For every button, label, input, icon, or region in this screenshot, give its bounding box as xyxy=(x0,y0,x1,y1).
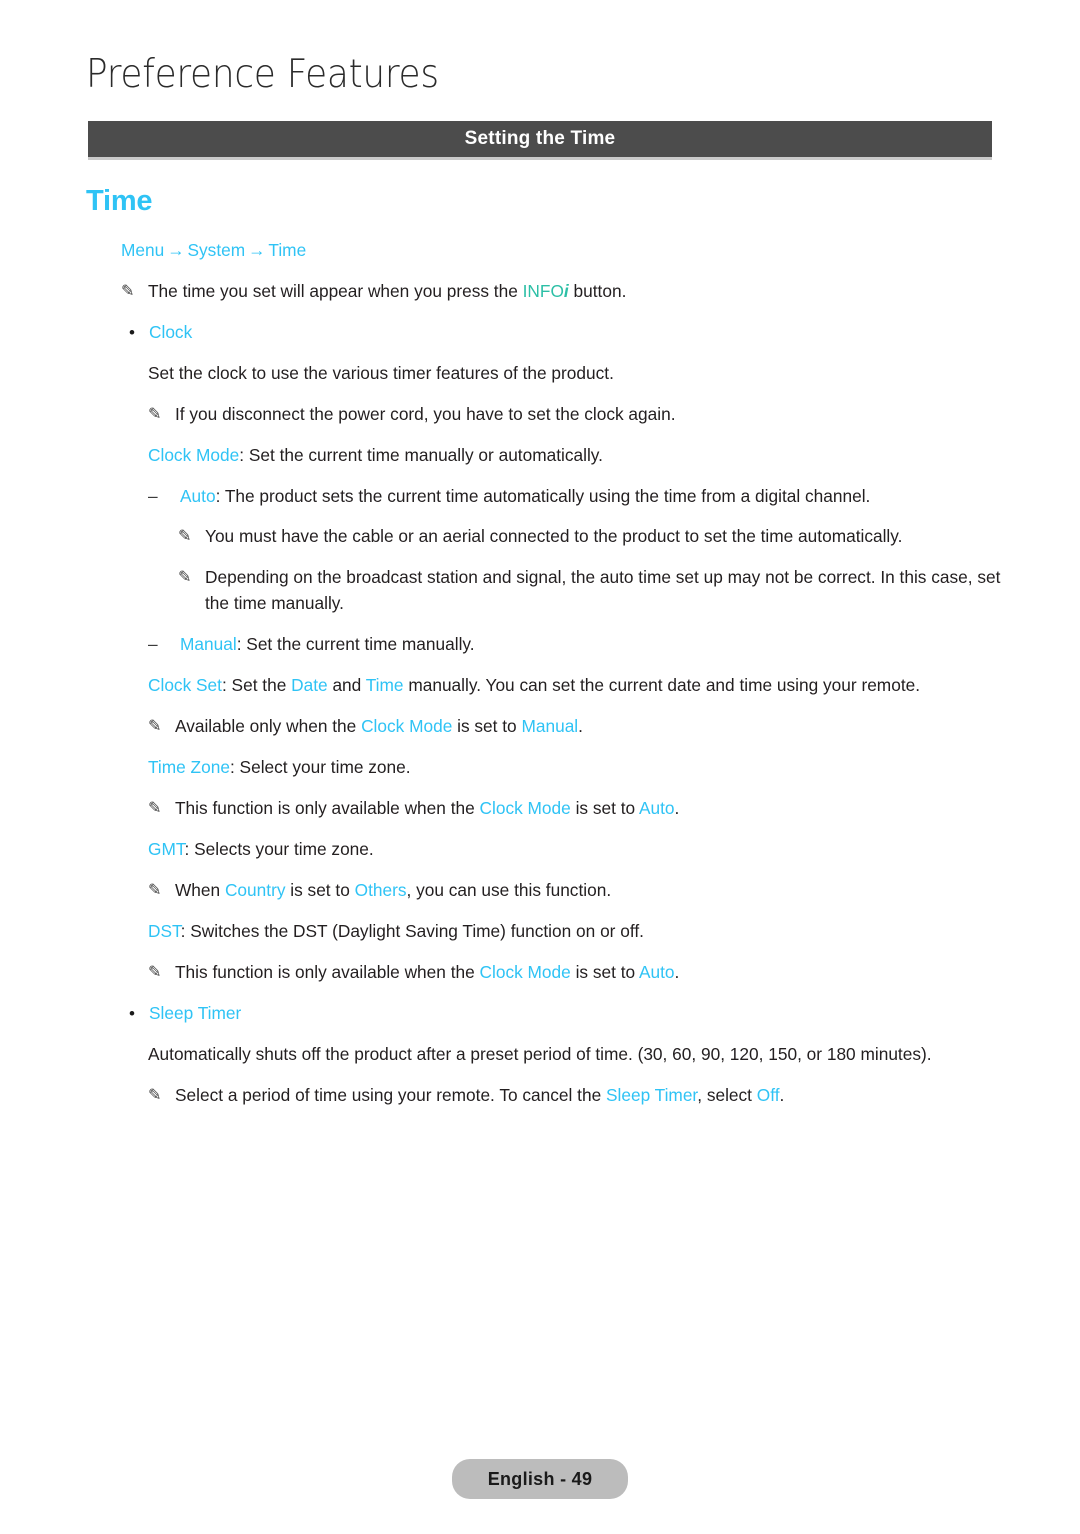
list-item-label: Sleep Timer xyxy=(149,1002,242,1023)
country-keyword: Country xyxy=(224,879,286,900)
clock-mode-row: Clock Mode: Set the current time manuall… xyxy=(148,443,1006,469)
note-text-pre: The time you set will appear when you pr… xyxy=(148,280,523,301)
content-body: Time Menu → System → Time ✎ The time you set … xyxy=(86,185,1006,1124)
breadcrumb-item-menu: Menu xyxy=(121,239,165,260)
breadcrumb-arrow-icon: → xyxy=(167,239,185,260)
note-time-zone-auto: ✎ This function is only available when th… xyxy=(148,796,1006,822)
feature-heading: Time xyxy=(86,185,153,217)
note-broadcast-station: ✎ Depending on the broadcast station and … xyxy=(178,565,1006,617)
note-available-manual: ✎ Available only when the Clock Mode is s… xyxy=(148,714,1006,740)
clock-set-text-a: : Set the xyxy=(221,675,292,696)
note-text-a: Select a period of time using your remot… xyxy=(175,1084,606,1105)
dash-icon: – xyxy=(148,485,158,506)
note-text-c: . xyxy=(674,798,680,819)
time-zone-keyword: Time Zone xyxy=(148,757,230,778)
note-info-button: ✎ The time you set will appear when you p… xyxy=(121,279,1006,305)
page-footer: English - 49 xyxy=(0,1459,1080,1499)
manual-keyword: Manual xyxy=(521,716,579,737)
page-number-badge: English - 49 xyxy=(452,1459,628,1499)
time-keyword: Time xyxy=(365,675,404,696)
time-zone-row: Time Zone: Select your time zone. xyxy=(148,755,1006,781)
note-sleep-timer-off: ✎ Select a period of time using your remo… xyxy=(148,1083,1006,1109)
gmt-description: : Selects your time zone. xyxy=(184,838,374,859)
note-pencil-icon: ✎ xyxy=(178,528,192,546)
list-item-label: Clock xyxy=(149,321,193,342)
sub-item-manual: – Manual: Set the current time manually. xyxy=(148,632,1006,658)
dash-icon: – xyxy=(148,634,158,655)
note-power-cord: ✎ If you disconnect the power cord, you h… xyxy=(148,402,1006,428)
auto-keyword: Auto xyxy=(638,798,675,819)
note-country-others: ✎ When Country is set to Others, you can … xyxy=(148,878,1006,904)
off-keyword: Off xyxy=(756,1084,780,1105)
list-item-clock: • Clock xyxy=(121,320,1006,346)
note-text-post: button. xyxy=(568,280,627,301)
note-pencil-icon: ✎ xyxy=(148,718,162,736)
note-text: If you disconnect the power cord, you ha… xyxy=(175,403,676,424)
note-text: Depending on the broadcast station and s… xyxy=(205,567,1001,614)
breadcrumb: Menu → System → Time xyxy=(121,238,1006,264)
note-text-a: Available only when the xyxy=(175,716,362,737)
note-pencil-icon: ✎ xyxy=(178,569,192,587)
clock-mode-keyword: Clock Mode xyxy=(479,798,571,819)
auto-description: : The product sets the current time auto… xyxy=(215,485,871,506)
gmt-row: GMT: Selects your time zone. xyxy=(148,837,1006,863)
note-dst-auto: ✎ This function is only available when th… xyxy=(148,960,1006,986)
clock-set-row: Clock Set: Set the Date and Time manuall… xyxy=(148,673,1006,699)
note-text-c: . xyxy=(674,961,680,982)
auto-keyword: Auto xyxy=(638,961,675,982)
manual-page: Preference Features Setting the Time Tim… xyxy=(0,0,1080,1534)
sleep-timer-keyword: Sleep Timer xyxy=(605,1084,698,1105)
others-keyword: Others xyxy=(354,879,407,900)
note-text-c: . xyxy=(779,1084,785,1105)
manual-description: : Set the current time manually. xyxy=(236,634,475,655)
info-button-label: INFOi xyxy=(523,281,569,301)
manual-keyword: Manual xyxy=(180,634,237,655)
info-keyword: INFO xyxy=(522,280,564,301)
note-text-b: is set to xyxy=(285,879,355,900)
date-keyword: Date xyxy=(291,675,328,696)
auto-keyword: Auto xyxy=(180,485,216,506)
time-zone-description: : Select your time zone. xyxy=(229,757,411,778)
section-banner-title: Setting the Time xyxy=(464,128,616,149)
page-title: Preference Features xyxy=(86,52,439,97)
note-text-c: , you can use this function. xyxy=(406,879,612,900)
dst-keyword: DST xyxy=(148,920,181,941)
clock-mode-description: : Set the current time manually or autom… xyxy=(239,444,603,465)
breadcrumb-arrow-icon: → xyxy=(248,239,266,260)
clock-mode-keyword: Clock Mode xyxy=(361,716,453,737)
note-text-b: is set to xyxy=(570,798,639,819)
list-item-sleep-timer: • Sleep Timer xyxy=(121,1001,1006,1027)
note-text-b: is set to xyxy=(452,716,522,737)
note-pencil-icon: ✎ xyxy=(148,881,162,899)
note-pencil-icon: ✎ xyxy=(148,405,162,423)
gmt-keyword: GMT xyxy=(148,838,185,859)
note-text-b: is set to xyxy=(570,961,639,982)
note-pencil-icon: ✎ xyxy=(148,1086,162,1104)
note-text-c: . xyxy=(578,716,583,737)
sleep-timer-description: Automatically shuts off the product afte… xyxy=(148,1043,932,1064)
bullet-dot-icon: • xyxy=(129,1003,135,1023)
note-text-a: When xyxy=(175,879,225,900)
note-pencil-icon: ✎ xyxy=(121,282,135,300)
note-pencil-icon: ✎ xyxy=(148,800,162,818)
section-banner: Setting the Time xyxy=(88,121,992,160)
clock-set-keyword: Clock Set xyxy=(148,675,222,696)
note-aerial: ✎ You must have the cable or an aerial co… xyxy=(178,524,1006,550)
note-text-b: , select xyxy=(697,1084,757,1105)
dst-description: : Switches the DST (Daylight Saving Time… xyxy=(180,920,644,941)
note-text-a: This function is only available when the xyxy=(175,798,480,819)
clock-set-text-b: and xyxy=(327,675,366,696)
clock-description: Set the clock to use the various timer f… xyxy=(148,362,614,383)
sub-item-auto: – Auto: The product sets the current time… xyxy=(148,484,1006,510)
breadcrumb-item-time: Time xyxy=(268,239,307,260)
dst-row: DST: Switches the DST (Daylight Saving T… xyxy=(148,919,1006,945)
note-pencil-icon: ✎ xyxy=(148,963,162,981)
bullet-dot-icon: • xyxy=(129,322,135,342)
clock-mode-keyword: Clock Mode xyxy=(148,444,240,465)
note-text-a: This function is only available when the xyxy=(175,961,480,982)
breadcrumb-item-system: System xyxy=(187,239,246,260)
note-text: You must have the cable or an aerial con… xyxy=(205,526,903,547)
clock-set-text-c: manually. You can set the current date a… xyxy=(403,675,921,696)
clock-mode-keyword: Clock Mode xyxy=(479,961,571,982)
